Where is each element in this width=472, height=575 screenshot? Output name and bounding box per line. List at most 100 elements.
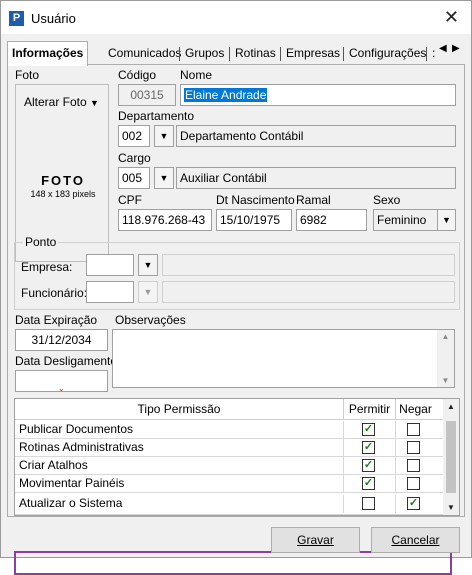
col-permitir: Permitir — [344, 399, 396, 420]
permission-name: Publicar Documentos — [15, 421, 344, 439]
empresa-label: Empresa: — [21, 260, 73, 274]
scroll-down-icon[interactable]: ▼ — [437, 376, 454, 385]
empresa-code-field[interactable] — [86, 254, 134, 276]
empresa-name-field — [162, 254, 455, 276]
funcionario-name-field — [162, 281, 455, 303]
permitir-checkbox[interactable]: ✓ — [362, 441, 375, 454]
departamento-dropdown-icon[interactable]: ▼ — [154, 125, 174, 147]
highlighted-row-marker — [14, 551, 452, 575]
scroll-up-icon[interactable]: ▲ — [443, 402, 459, 411]
funcionario-code-field[interactable] — [86, 281, 134, 303]
tab-separator — [229, 47, 230, 61]
departamento-name-field: Departamento Contábil — [176, 125, 456, 147]
tab-separator — [343, 47, 344, 61]
cargo-code-field[interactable]: 005 — [118, 167, 150, 189]
expiracao-field[interactable]: 31/12/2034 — [15, 329, 108, 351]
ponto-group-title: Ponto — [23, 235, 59, 249]
table-row[interactable]: Atualizar o Sistema ✓ — [15, 495, 444, 515]
photo-placeholder-title: FOTO — [41, 173, 85, 188]
user-dialog: P Usuário ✕ Informações Comunicados Grup… — [0, 0, 472, 575]
negar-cell — [396, 421, 435, 439]
tab-grupos[interactable]: Grupos — [182, 44, 227, 65]
departamento-code-field[interactable]: 002 — [118, 125, 150, 147]
nome-field[interactable]: Elaine Andrade — [180, 84, 456, 106]
observacoes-textarea[interactable]: ▲ ▼ — [112, 329, 455, 388]
empresa-dropdown-icon[interactable]: ▼ — [138, 254, 158, 276]
tab-comunicados[interactable]: Comunicados — [105, 44, 184, 65]
permitir-checkbox[interactable]: ✓ — [362, 423, 375, 436]
window-title: Usuário — [31, 11, 76, 26]
table-row[interactable]: Criar Atalhos ✓ — [15, 457, 444, 475]
save-button[interactable]: Gravar — [271, 527, 360, 553]
negar-checkbox[interactable]: ✓ — [407, 497, 420, 510]
tab-overflow: : — [432, 46, 436, 60]
scroll-down-icon[interactable]: ▼ — [443, 503, 459, 512]
tab-rotinas[interactable]: Rotinas — [232, 44, 279, 65]
ramal-label: Ramal — [296, 193, 331, 207]
tab-scroll-left-icon[interactable]: ◀ — [439, 43, 447, 54]
permitir-checkbox[interactable] — [362, 497, 375, 510]
tab-strip: Informações Comunicados Grupos Rotinas E… — [7, 41, 465, 66]
close-icon[interactable]: ✕ — [444, 7, 459, 27]
permission-name: Rotinas Administrativas — [15, 439, 344, 457]
scroll-up-icon[interactable]: ▲ — [437, 332, 454, 341]
negar-checkbox[interactable] — [407, 477, 420, 490]
chevron-down-icon: ▼ — [90, 98, 99, 108]
permissions-scrollbar[interactable]: ▲ ▼ — [443, 399, 459, 515]
expiracao-label: Data Expiração — [15, 313, 98, 327]
cargo-name-field: Auxiliar Contábil — [176, 167, 456, 189]
tab-separator — [179, 47, 180, 61]
nome-value: Elaine Andrade — [184, 88, 268, 102]
observacoes-scrollbar[interactable]: ▲ ▼ — [437, 330, 454, 387]
permission-name: Criar Atalhos — [15, 457, 344, 475]
permitir-checkbox[interactable]: ✓ — [362, 477, 375, 490]
date-error-mark-icon: ⌄ — [58, 384, 65, 393]
tab-informacoes[interactable]: Informações — [7, 41, 89, 66]
permission-name: Atualizar o Sistema — [15, 495, 344, 513]
photo-label: Foto — [15, 68, 40, 82]
permitir-cell: ✓ — [344, 475, 396, 493]
negar-checkbox[interactable] — [407, 459, 420, 472]
permissions-grid-header: Tipo Permissão Permitir Negar — [15, 399, 444, 420]
tab-empresas[interactable]: Empresas — [283, 44, 343, 65]
negar-cell — [396, 457, 435, 475]
sexo-dropdown-icon[interactable]: ▼ — [437, 209, 456, 231]
tab-separator — [280, 47, 281, 61]
observacoes-label: Observações — [115, 313, 186, 327]
departamento-label: Departamento — [118, 109, 195, 123]
negar-checkbox[interactable] — [407, 441, 420, 454]
change-photo-button[interactable]: Alterar Foto ▼ — [24, 95, 99, 109]
app-logo-icon: P — [9, 11, 24, 26]
negar-checkbox[interactable] — [407, 423, 420, 436]
permitir-checkbox[interactable]: ✓ — [362, 459, 375, 472]
funcionario-label: Funcionário: — [21, 286, 88, 300]
permissions-grid: Tipo Permissão Permitir Negar Publicar D… — [14, 398, 460, 575]
title-bar: P Usuário ✕ — [1, 1, 471, 34]
scrollbar-thumb[interactable] — [446, 421, 456, 493]
cargo-label: Cargo — [118, 151, 151, 165]
table-row[interactable]: Publicar Documentos ✓ — [15, 421, 444, 439]
tab-scroll-right-icon[interactable]: ▶ — [452, 43, 460, 54]
permitir-cell: ✓ — [344, 457, 396, 475]
negar-cell — [396, 475, 435, 493]
nascimento-field[interactable]: 15/10/1975 — [216, 209, 292, 231]
desligamento-label: Data Desligamento — [15, 354, 118, 368]
negar-cell: ✓ — [396, 495, 435, 513]
tab-panel-informacoes: Foto Alterar Foto ▼ FOTO 148 x 183 pixel… — [7, 64, 465, 575]
permitir-cell: ✓ — [344, 421, 396, 439]
tab-configuracoes[interactable]: Configurações — [346, 44, 429, 65]
funcionario-dropdown-icon: ▼ — [138, 281, 158, 303]
codigo-label: Código — [118, 68, 157, 82]
table-row[interactable]: Rotinas Administrativas ✓ — [15, 439, 444, 457]
ramal-field[interactable]: 6982 — [296, 209, 367, 231]
permitir-cell: ✓ — [344, 439, 396, 457]
cancel-button[interactable]: Cancelar — [371, 527, 460, 553]
cargo-dropdown-icon[interactable]: ▼ — [154, 167, 174, 189]
sexo-label: Sexo — [373, 193, 401, 207]
table-row[interactable]: Movimentar Painéis ✓ — [15, 475, 444, 493]
cpf-field[interactable]: 118.976.268-43 — [118, 209, 212, 231]
permitir-cell — [344, 495, 396, 513]
nome-label: Nome — [180, 68, 213, 82]
col-negar: Negar — [399, 402, 432, 416]
permission-name: Movimentar Painéis — [15, 475, 344, 493]
